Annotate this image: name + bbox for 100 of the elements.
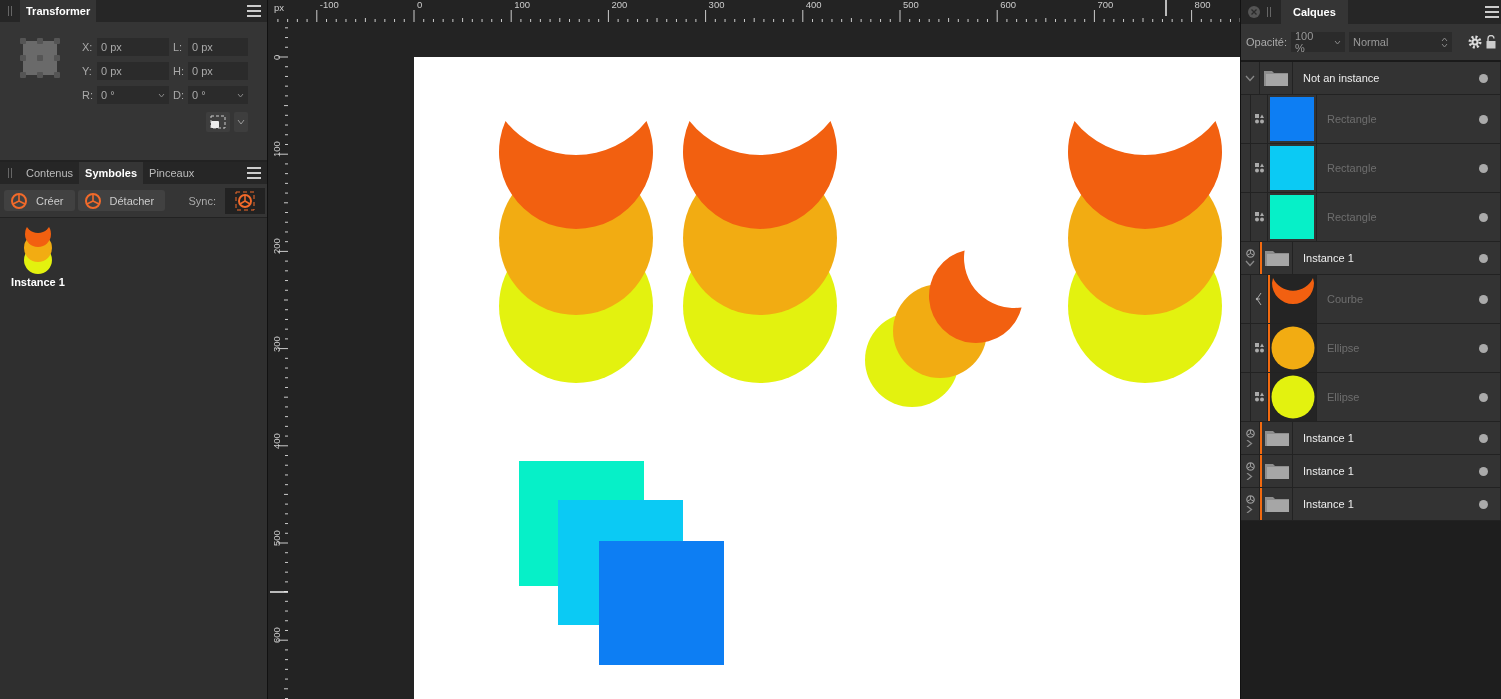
ruler-unit: px [274, 2, 285, 13]
visibility-dot[interactable] [1479, 499, 1488, 509]
ruler-label: 300 [708, 0, 725, 10]
ruler-label: 0 [417, 0, 423, 10]
visibility-dot[interactable] [1479, 114, 1488, 124]
transform-mode-button[interactable] [206, 112, 230, 132]
layer-name: Rectangle [1326, 210, 1378, 225]
symbol-icon [1245, 249, 1255, 258]
panel-title: Transformer [20, 0, 97, 22]
ruler-label: 400 [271, 432, 282, 449]
ruler-label: 0 [271, 54, 282, 60]
pen-node-icon [1255, 292, 1263, 306]
menu-icon[interactable] [247, 5, 261, 17]
visibility-dot[interactable] [1479, 392, 1488, 402]
settings-icon[interactable] [1468, 35, 1482, 49]
layer-name: Instance 1 [1302, 464, 1355, 479]
caret-icon [158, 92, 165, 98]
grip-icon[interactable] [8, 6, 12, 16]
ruler-label: 500 [903, 0, 919, 10]
visibility-dot[interactable] [1479, 343, 1488, 353]
layer-name: Instance 1 [1302, 431, 1355, 446]
panel-tab[interactable]: Symboles [79, 162, 144, 184]
chevron-icon[interactable] [1245, 473, 1255, 480]
ruler-label: 200 [271, 238, 282, 255]
panel-tab[interactable]: Contenus [20, 162, 80, 184]
layer-name: Courbe [1326, 292, 1365, 307]
chevron-icon[interactable] [1245, 260, 1255, 267]
symbol-icon [83, 191, 102, 210]
field-label: X: [82, 41, 93, 53]
detach-button[interactable]: Détacher [77, 190, 166, 211]
ruler-label: 400 [805, 0, 822, 10]
input-field[interactable]: 0 ° [97, 86, 169, 104]
visibility-dot[interactable] [1479, 294, 1488, 304]
chevron-icon[interactable] [1245, 506, 1255, 513]
symbol-icon [235, 190, 255, 211]
layer-row[interactable]: Instance 1 [1241, 455, 1501, 488]
field-label: L: [173, 41, 184, 53]
menu-icon[interactable] [1485, 6, 1499, 18]
visibility-dot[interactable] [1479, 466, 1488, 476]
ruler-label: 800 [1194, 0, 1211, 10]
grip-icon[interactable] [8, 168, 12, 178]
shapes-icon [1254, 343, 1264, 353]
layer-name: Rectangle [1326, 161, 1378, 176]
shapes-icon [1254, 114, 1264, 124]
folder-icon [1264, 249, 1290, 267]
field-label: Y: [82, 65, 93, 77]
sync-label: Sync: [188, 194, 216, 207]
folder-icon [1264, 429, 1290, 447]
chevron-icon[interactable] [1245, 440, 1255, 447]
chevron-icon[interactable] [1245, 74, 1255, 82]
layer-name: Not an instance [1302, 71, 1381, 86]
frame-icon [209, 115, 227, 129]
ruler-label: 100 [271, 141, 282, 158]
layer-row[interactable]: Instance 1 [1241, 422, 1501, 455]
layer-name: Instance 1 [1302, 497, 1355, 512]
ruler-label: 600 [1000, 0, 1017, 10]
lock-icon[interactable] [1486, 35, 1496, 49]
layer-row[interactable]: Instance 1 [1241, 242, 1501, 275]
field-label: H: [173, 65, 184, 77]
symbol-icon [1245, 429, 1255, 438]
field-label: R: [82, 89, 93, 101]
folder-icon [1264, 495, 1290, 513]
folder-icon [1263, 69, 1289, 87]
ruler-label: 600 [271, 627, 282, 644]
visibility-dot[interactable] [1479, 212, 1488, 222]
ruler-label: 100 [514, 0, 531, 10]
visibility-dot[interactable] [1479, 163, 1488, 173]
opacity-label: Opacité: [1246, 36, 1287, 48]
blend-mode-dropdown[interactable]: Normal [1348, 32, 1452, 52]
input-field[interactable]: 0 ° [188, 86, 248, 104]
field-label: D: [173, 89, 184, 101]
ruler-label: -100 [319, 0, 339, 10]
layer-name: Instance 1 [1302, 251, 1355, 266]
sync-button[interactable] [225, 187, 265, 214]
layer-row[interactable]: Instance 1 [1241, 488, 1501, 521]
caret-icon [1333, 39, 1341, 45]
input-field[interactable]: 0 px [97, 38, 169, 56]
symbol-icon [1245, 495, 1255, 504]
grip-icon[interactable] [1267, 7, 1271, 17]
symbol-icon [1245, 462, 1255, 471]
dropdown-button[interactable] [234, 112, 248, 132]
input-field[interactable]: 0 px [188, 38, 248, 56]
input-field[interactable]: 0 px [97, 62, 169, 80]
opacity-field[interactable]: 100 % [1290, 32, 1345, 52]
shapes-icon [1254, 163, 1264, 173]
menu-icon[interactable] [247, 167, 261, 179]
visibility-dot[interactable] [1479, 433, 1488, 443]
panel-tab[interactable]: Pinceaux [143, 162, 201, 184]
ruler-label: 200 [611, 0, 628, 10]
layer-row[interactable]: Not an instance [1241, 62, 1501, 95]
visibility-dot[interactable] [1479, 253, 1488, 263]
visibility-dot[interactable] [1479, 73, 1488, 83]
input-field[interactable]: 0 px [188, 62, 248, 80]
symbol-icon [10, 191, 28, 210]
ruler-label: 500 [271, 530, 282, 546]
create-button[interactable]: Créer [4, 190, 75, 211]
symbol-thumbnail-icon [22, 224, 54, 274]
caret-icon [237, 92, 244, 98]
ruler-label: 700 [1097, 0, 1114, 10]
layer-name: Rectangle [1326, 112, 1378, 127]
